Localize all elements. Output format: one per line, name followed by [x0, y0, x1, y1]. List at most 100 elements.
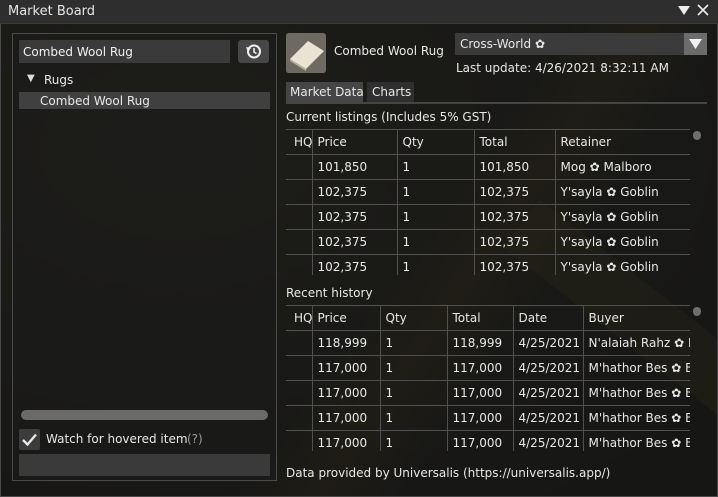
price-cell: 117,000	[312, 355, 381, 381]
price-cell: 102,375	[312, 229, 398, 255]
retainer-cell-world: Goblin	[620, 235, 659, 249]
qty-cell: 1	[380, 380, 448, 406]
price-cell: 117,000	[312, 430, 381, 451]
tree-category-rugs[interactable]: Rugs	[44, 73, 73, 87]
col-header-retainer[interactable]: Retainer	[555, 129, 690, 155]
price-cell: 102,375	[312, 179, 398, 205]
collapse-triangle-icon[interactable]	[676, 3, 692, 19]
retainer-cell-world: Goblin	[620, 260, 659, 274]
tab-underline	[286, 102, 707, 104]
buyer-cell-world: Ba	[685, 411, 690, 425]
total-cell: 102,375	[474, 229, 556, 255]
col-header-total[interactable]: Total	[474, 129, 556, 155]
hq-cell	[286, 204, 313, 230]
chevron-down-icon	[689, 39, 702, 49]
history-table-viewport[interactable]: HQ Price Qty Total Date Buyer 118,999 1 11…	[286, 305, 690, 451]
cross-world-icon: ✿	[606, 210, 617, 224]
table-row[interactable]: 102,375 1 102,375 Y'sayla ✿ Goblin	[286, 204, 690, 230]
horizontal-scrollbar[interactable]	[21, 410, 268, 420]
date-cell: 4/25/2021	[513, 380, 584, 406]
tab-market-data-label[interactable]: Market Data	[290, 85, 364, 99]
tree-item-label[interactable]: Combed Wool Rug	[40, 94, 150, 108]
hq-cell	[286, 179, 313, 205]
col-header-hq[interactable]: HQ	[286, 305, 313, 331]
world-dropdown-value[interactable]: Cross-World ✿	[460, 37, 545, 51]
tab-charts-label[interactable]: Charts	[372, 85, 411, 99]
tree-expand-icon[interactable]: ▼	[27, 73, 35, 84]
retainer-cell-name: Y'sayla	[560, 185, 603, 199]
col-header-price[interactable]: Price	[312, 305, 381, 331]
date-cell: 4/25/2021	[513, 355, 584, 381]
col-header-buyer[interactable]: Buyer	[583, 305, 690, 331]
total-cell: 117,000	[447, 380, 514, 406]
hq-cell	[286, 430, 313, 451]
price-cell: 102,375	[312, 254, 398, 275]
cross-world-icon: ✿	[671, 361, 682, 375]
col-header-date[interactable]: Date	[513, 305, 584, 331]
buyer-cell-world: Ba	[685, 361, 690, 375]
history-title: Recent history	[286, 286, 373, 300]
window-title: Market Board	[8, 4, 96, 19]
retainer-cell-world: Goblin	[620, 185, 659, 199]
watch-hovered-label: Watch for hovered item	[46, 432, 188, 446]
buyer-cell: N'alaiah Rahz ✿ Ba	[583, 330, 690, 356]
col-header-total[interactable]: Total	[447, 305, 514, 331]
qty-cell: 1	[380, 405, 448, 431]
table-row[interactable]: 102,375 1 102,375 Y'sayla ✿ Goblin	[286, 254, 690, 275]
table-row[interactable]: 117,0001117,0004/25/2021M'hathor Bes ✿ B…	[286, 355, 690, 381]
qty-cell: 1	[397, 179, 475, 205]
cross-world-icon: ✿	[589, 160, 600, 174]
table-row[interactable]: 102,375 1 102,375 Y'sayla ✿ Goblin	[286, 179, 690, 205]
checkmark-icon	[22, 433, 37, 447]
total-cell: 101,850	[474, 154, 556, 180]
col-header-hq[interactable]: HQ	[286, 129, 313, 155]
table-row[interactable]: 102,375 1 102,375 Y'sayla ✿ Goblin	[286, 229, 690, 255]
price-cell: 117,000	[312, 380, 381, 406]
listings-table-viewport[interactable]: HQ Price Qty Total Retainer 101,850 1 101,…	[286, 129, 690, 275]
buyer-cell-world: Ba	[688, 336, 690, 350]
table-row[interactable]: 118,999 1 118,999 4/25/2021 N'alaiah Rahz ✿ …	[286, 330, 690, 356]
listings-title: Current listings (Includes 5% GST)	[286, 110, 492, 124]
col-header-qty[interactable]: Qty	[397, 129, 475, 155]
cross-world-icon: ✿	[671, 411, 682, 425]
date-cell: 4/25/2021	[513, 330, 584, 356]
price-cell: 102,375	[312, 204, 398, 230]
history-icon	[246, 44, 261, 59]
cross-world-icon: ✿	[606, 260, 617, 274]
cross-world-icon: ✿	[606, 235, 617, 249]
retainer-cell: Y'sayla ✿ Goblin	[555, 229, 690, 255]
col-header-qty[interactable]: Qty	[380, 305, 448, 331]
total-cell: 102,375	[474, 204, 556, 230]
dropdown-arrow-button[interactable]	[684, 33, 707, 55]
cross-world-icon: ✿	[606, 185, 617, 199]
history-button[interactable]	[238, 40, 269, 63]
table-row[interactable]: 117,0001117,0004/25/2021M'hathor Bes ✿ B…	[286, 430, 690, 451]
history-scrollbar[interactable]	[693, 307, 701, 316]
col-header-price[interactable]: Price	[312, 129, 398, 155]
cross-world-icon: ✿	[671, 436, 682, 450]
table-row[interactable]: 117,0001117,0004/25/2021M'hathor Bes ✿ B…	[286, 405, 690, 431]
buyer-cell: M'hathor Bes ✿ Ba	[583, 430, 690, 451]
total-cell: 102,375	[474, 254, 556, 275]
price-cell: 101,850	[312, 154, 398, 180]
search-input[interactable]	[19, 40, 230, 63]
close-icon[interactable]	[695, 3, 711, 19]
buyer-cell: M'hathor Bes ✿ Ba	[583, 380, 690, 406]
cross-world-icon: ✿	[671, 386, 682, 400]
retainer-cell: Y'sayla ✿ Goblin	[555, 254, 690, 275]
buyer-cell: M'hathor Bes ✿ Ba	[583, 405, 690, 431]
hq-cell	[286, 380, 313, 406]
help-marker[interactable]: (?)	[187, 432, 203, 446]
hq-cell	[286, 154, 313, 180]
hq-cell	[286, 330, 313, 356]
buyer-cell-name: M'hathor Bes	[588, 411, 668, 425]
data-source-credit: Data provided by Universalis (https://un…	[286, 466, 611, 480]
title-bar[interactable]	[0, 0, 718, 24]
status-bar	[19, 454, 270, 476]
total-cell: 118,999	[447, 330, 514, 356]
table-row[interactable]: 117,0001117,0004/25/2021M'hathor Bes ✿ B…	[286, 380, 690, 406]
hq-cell	[286, 405, 313, 431]
table-row[interactable]: 101,850 1 101,850 Mog ✿ Malboro	[286, 154, 690, 180]
listings-scrollbar[interactable]	[693, 131, 701, 140]
watch-hovered-checkbox[interactable]	[19, 429, 40, 450]
